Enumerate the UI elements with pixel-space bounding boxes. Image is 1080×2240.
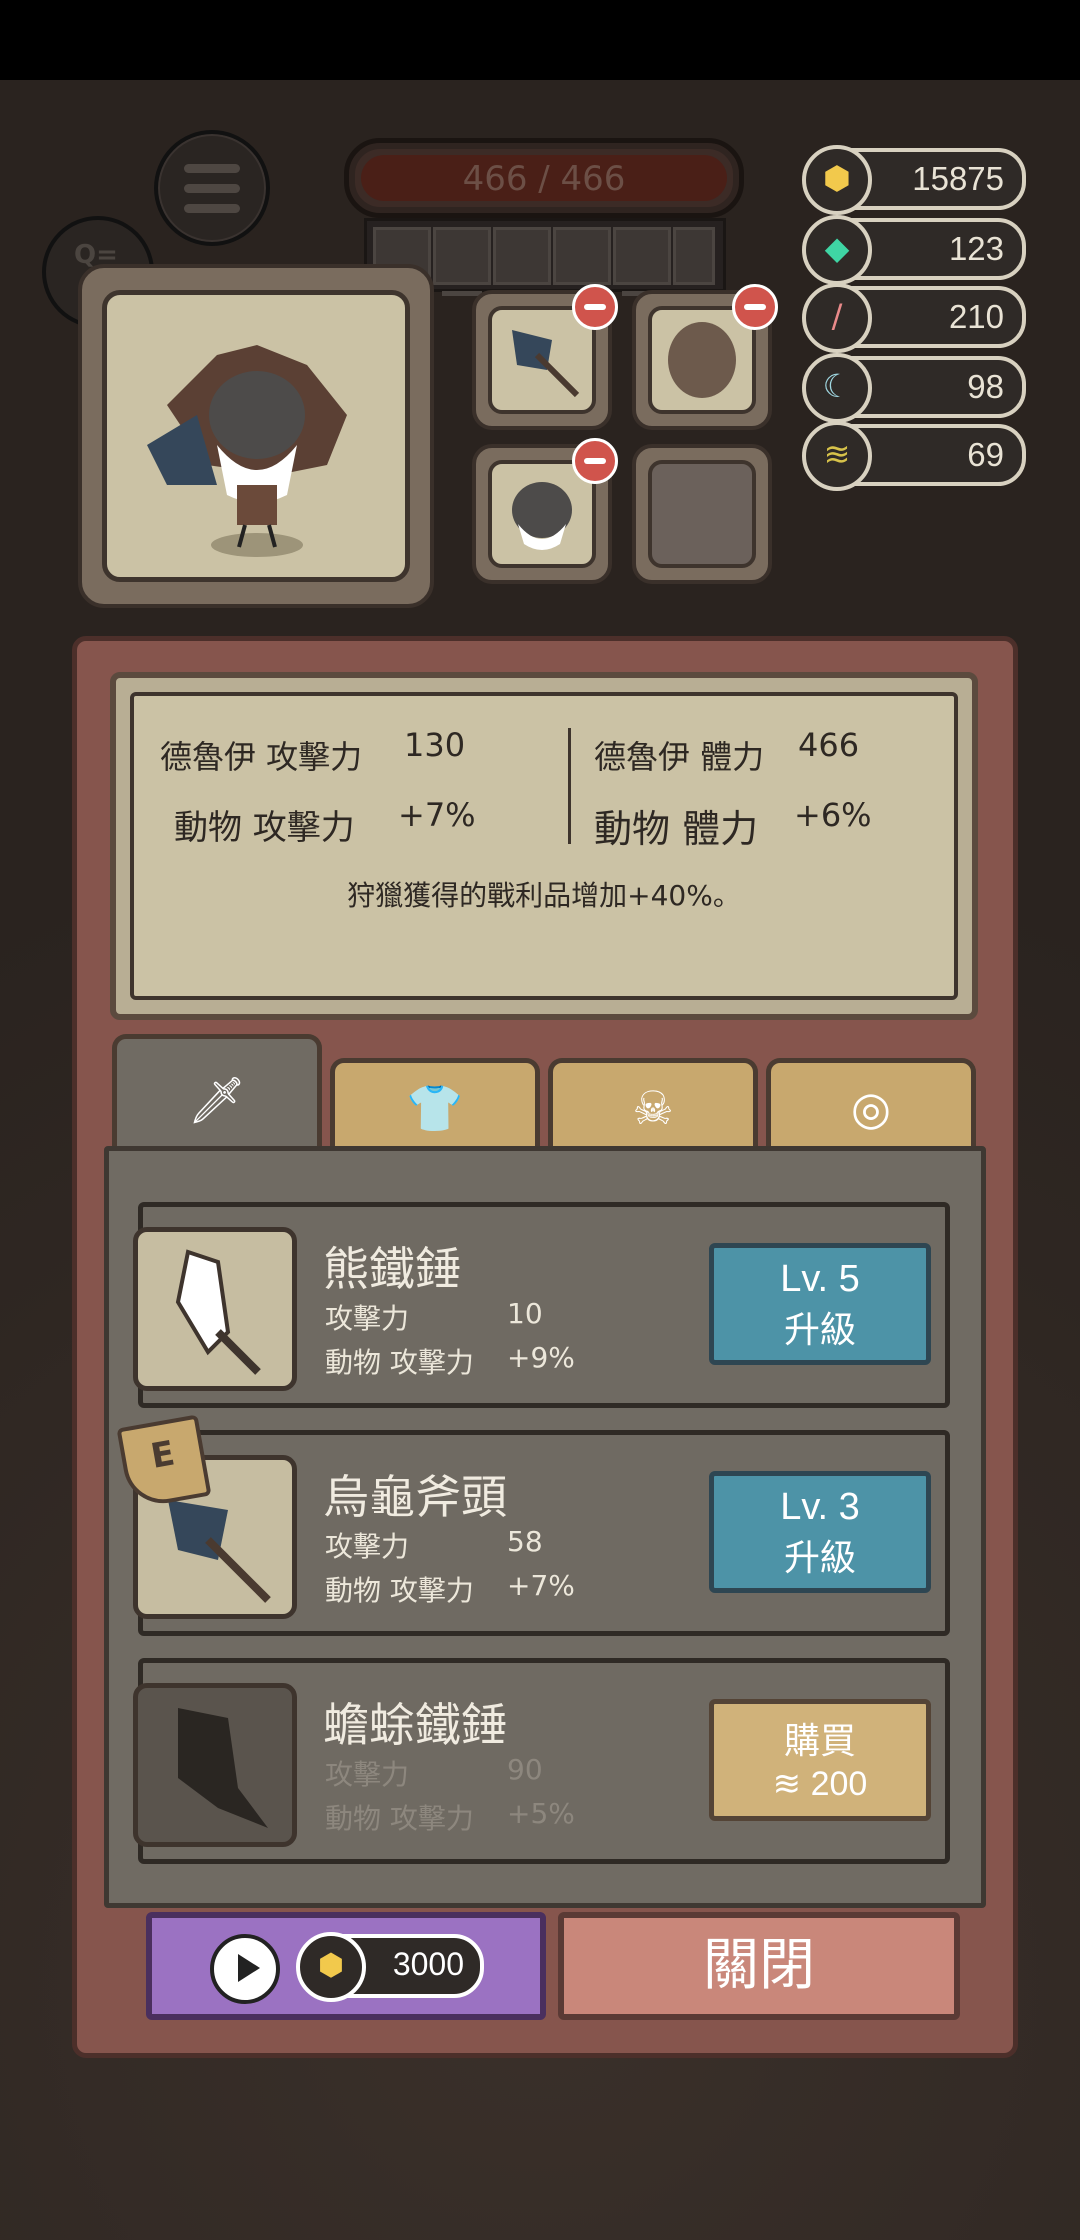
- item-stat-label: 攻擊力: [325, 1302, 410, 1335]
- watch-ad-button[interactable]: ⬢ 3000: [146, 1912, 546, 2020]
- animal-attack-label: 動物 攻擊力: [174, 808, 355, 848]
- hp-text: 466 / 466: [462, 159, 626, 199]
- unequip-button[interactable]: [732, 284, 778, 330]
- item-name: 烏龜斧頭: [323, 1470, 507, 1524]
- tab-runes[interactable]: ◎: [766, 1058, 976, 1155]
- druid-character-icon: [147, 345, 347, 557]
- character-portrait: [78, 264, 434, 608]
- equipped-weapon-slot[interactable]: [472, 284, 618, 430]
- druid-attack-value: 130: [404, 726, 466, 764]
- video-play-icon: [210, 1934, 280, 2004]
- upgrade-button[interactable]: Lv. 3 升級: [709, 1471, 931, 1593]
- gem-icon: ◆: [802, 215, 872, 285]
- bear-hammer-icon: [133, 1227, 297, 1391]
- stats-note: 狩獵獲得的戰利品增加+40%。: [347, 879, 741, 912]
- buy-button[interactable]: 購買 ≋ 200: [709, 1699, 931, 1821]
- item-name: 蟾蜍鐵錘: [323, 1698, 507, 1752]
- druid-attack-label: 德魯伊 攻擊力: [160, 738, 363, 776]
- resource-feather: ≋ 69: [802, 421, 1026, 491]
- tab-weapons[interactable]: 🗡: [112, 1034, 322, 1155]
- companion-slot[interactable]: [433, 227, 491, 296]
- mask-icon: [512, 482, 572, 550]
- item-stat-value: 90: [507, 1753, 543, 1786]
- companion-slot[interactable]: [613, 227, 671, 296]
- list-item: E 烏龜斧頭 攻擊力 58 動物 攻擊力 +7% Lv. 3 升級: [116, 1414, 950, 1636]
- unequip-button[interactable]: [572, 284, 618, 330]
- equipped-armor-slot[interactable]: [632, 284, 778, 430]
- item-stat-label: 攻擊力: [325, 1530, 410, 1563]
- upgrade-button[interactable]: Lv. 5 升級: [709, 1243, 931, 1365]
- item-stat-label: 動物 攻擊力: [325, 1574, 474, 1607]
- item-stat-value: +9%: [507, 1341, 575, 1374]
- companion-slot[interactable]: [553, 227, 611, 296]
- equipped-mask-slot[interactable]: [472, 438, 618, 584]
- item-stat-value: +7%: [507, 1569, 575, 1602]
- menu-button[interactable]: [154, 130, 270, 246]
- claw-icon: ☾: [802, 353, 872, 423]
- companion-slot[interactable]: [673, 227, 715, 285]
- unequip-button[interactable]: [572, 438, 618, 484]
- system-status-bar: [0, 0, 1080, 80]
- animal-hp-value: +6%: [794, 796, 872, 834]
- empty-equip-slot[interactable]: [632, 444, 772, 584]
- ad-reward-amount: 3000: [392, 1946, 464, 1982]
- axe-icon: [512, 330, 580, 398]
- item-stat-value: 58: [507, 1525, 543, 1558]
- companion-slot[interactable]: [493, 227, 551, 296]
- animal-attack-value: +7%: [398, 796, 476, 834]
- item-stat-value: +5%: [507, 1797, 575, 1830]
- stats-box: 德魯伊 攻擊力 130 德魯伊 體力 466 動物 攻擊力 +7% 動物 體力 …: [110, 672, 978, 1020]
- feather-icon: ≋: [802, 421, 872, 491]
- gold-nugget-icon: ⬢: [802, 145, 872, 215]
- fur-armor-icon: [668, 322, 736, 398]
- feather-icon: ≋: [772, 1765, 811, 1803]
- resource-bone: / 210: [802, 283, 1026, 353]
- gold-nugget-icon: ⬢: [296, 1932, 366, 2002]
- animal-hp-label: 動物 體力: [594, 807, 759, 851]
- hp-bar: 466 / 466: [344, 138, 744, 218]
- list-item: 蟾蜍鐵錘 攻擊力 90 動物 攻擊力 +5% 購買 ≋ 200: [133, 1658, 950, 1864]
- resource-claw: ☾ 98: [802, 353, 1026, 423]
- druid-hp-label: 德魯伊 體力: [594, 738, 765, 776]
- item-stat-label: 攻擊力: [325, 1758, 410, 1791]
- ad-reward: ⬢ 3000: [296, 1932, 484, 2002]
- resource-gem: ◆ 123: [802, 215, 1026, 285]
- item-stat-label: 動物 攻擊力: [325, 1346, 474, 1379]
- skull-mask-icon: ☠: [632, 1081, 674, 1135]
- armor-icon: 👕: [406, 1081, 464, 1135]
- tab-armor[interactable]: 👕: [330, 1058, 540, 1155]
- stats-divider: [568, 728, 571, 844]
- item-stat-label: 動物 攻擊力: [325, 1802, 474, 1835]
- item-stat-value: 10: [507, 1297, 543, 1330]
- tab-masks[interactable]: ☠: [548, 1058, 758, 1155]
- list-item: 熊鐵錘 攻擊力 10 動物 攻擊力 +9% Lv. 5 升級: [133, 1202, 950, 1408]
- rune-stone-icon: ◎: [850, 1081, 892, 1135]
- sword-icon: 🗡: [187, 1073, 247, 1127]
- close-button[interactable]: 關閉: [558, 1912, 960, 2020]
- bone-icon: /: [802, 283, 872, 353]
- druid-hp-value: 466: [798, 726, 860, 764]
- item-name: 熊鐵錘: [323, 1242, 461, 1296]
- toad-hammer-silhouette-icon: [133, 1683, 297, 1847]
- resource-gold: ⬢ 15875: [802, 145, 1026, 215]
